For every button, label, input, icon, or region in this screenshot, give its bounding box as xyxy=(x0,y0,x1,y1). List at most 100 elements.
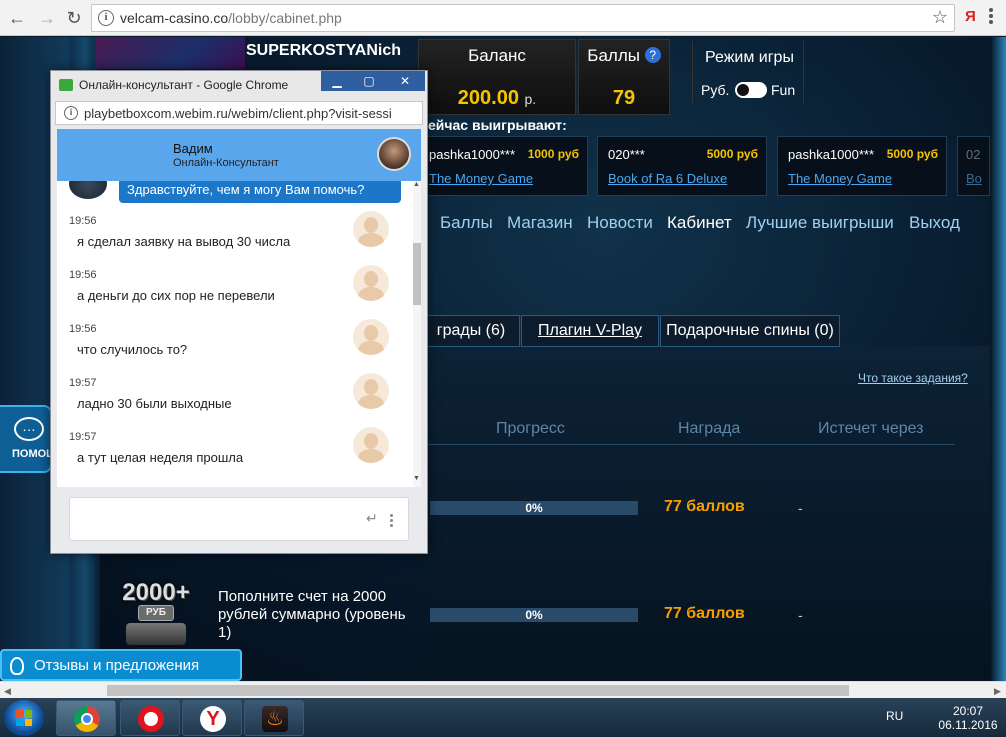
chat-scroll-thumb[interactable] xyxy=(413,243,421,305)
task-title: Пополните счет на 2000 рублей суммарно (… xyxy=(218,588,406,641)
lightbulb-icon xyxy=(10,657,24,675)
chat-message: 19:56 а деньги до сих пор не перевели xyxy=(57,265,407,321)
winner-card: 02 Bo xyxy=(957,136,990,196)
nav-shop[interactable]: Магазин xyxy=(507,213,573,233)
flame-icon: ♨ xyxy=(262,706,288,732)
winner-game-link[interactable]: Book of Ra 6 Deluxe xyxy=(608,171,727,186)
nav-points[interactable]: Баллы xyxy=(440,213,493,233)
winner-game-link[interactable]: The Money Game xyxy=(788,171,892,186)
column-reward: Награда xyxy=(678,420,741,437)
message-time: 19:57 xyxy=(69,377,97,389)
taskbar-chrome[interactable] xyxy=(56,700,116,736)
scroll-up-icon[interactable]: ▲ xyxy=(413,181,420,188)
tab-rewards[interactable]: грады (6) xyxy=(422,315,520,347)
taskbar-opera[interactable] xyxy=(120,700,180,736)
winner-game-link[interactable]: The Money Game xyxy=(429,171,533,186)
yandex-icon: Y xyxy=(200,706,226,732)
tab-gift-spins[interactable]: Подарочные спины (0) xyxy=(660,315,840,347)
right-decoration xyxy=(990,37,1006,685)
task-reward: 77 баллов xyxy=(664,498,745,515)
chat-scrollbar[interactable]: ▲ ▼ xyxy=(413,181,421,487)
info-icon[interactable]: i xyxy=(64,106,78,120)
chrome-icon-center xyxy=(81,713,93,725)
message-text: а деньги до сих пор не перевели xyxy=(77,288,275,303)
casino-logo[interactable] xyxy=(95,37,245,69)
chat-app-icon xyxy=(59,79,73,91)
feedback-button[interactable]: Отзывы и предложения xyxy=(0,649,242,681)
scroll-right-icon[interactable]: ▶ xyxy=(994,686,1001,697)
forward-arrow-icon[interactable]: → xyxy=(36,7,58,29)
horizontal-scrollbar[interactable]: ◀ ▶ xyxy=(0,681,1006,698)
address-bar[interactable]: i velcam-casino.co/lobby/cabinet.php ☆ xyxy=(91,4,955,32)
points-label-row: Баллы ? xyxy=(579,40,669,76)
column-expires: Истечет через xyxy=(818,420,924,437)
clock-time: 20:07 xyxy=(952,704,984,718)
winner-player: 02 xyxy=(966,147,981,162)
points-value: 79 xyxy=(612,87,636,109)
winners-title: ейчас выигрывают: xyxy=(428,117,567,133)
maximize-button[interactable]: ▢ xyxy=(353,71,385,91)
popup-title: Онлайн-консультант - Google Chrome xyxy=(79,78,289,92)
operator-role: Онлайн-Консультант xyxy=(173,157,279,169)
user-avatar-icon xyxy=(353,265,389,301)
mode-fun-label: Fun xyxy=(771,82,796,98)
scroll-left-icon[interactable]: ◀ xyxy=(4,686,11,697)
toggle-knob xyxy=(737,84,749,96)
clock[interactable]: 20:07 06.11.2016 xyxy=(938,704,998,732)
browser-menu-icon[interactable] xyxy=(988,6,994,28)
message-time: 19:56 xyxy=(69,269,97,281)
username[interactable]: SUPERKOSTYANich xyxy=(246,42,401,60)
yandex-extension-icon[interactable]: Я xyxy=(965,8,976,25)
chat-message: 19:57 ладно 30 были выходные xyxy=(57,373,407,429)
mode-toggle[interactable] xyxy=(735,82,767,98)
close-button[interactable]: ✕ xyxy=(385,71,425,91)
game-mode-label: Режим игры xyxy=(705,49,794,66)
back-arrow-icon[interactable]: ← xyxy=(6,7,28,29)
nav-best-wins[interactable]: Лучшие выигрыши xyxy=(746,213,894,233)
user-avatar-icon xyxy=(353,373,389,409)
user-avatar-icon xyxy=(353,427,389,463)
bookmark-star-icon[interactable]: ☆ xyxy=(932,7,948,28)
minimize-button[interactable]: ▁ xyxy=(321,71,353,91)
language-indicator[interactable]: RU xyxy=(886,709,903,723)
scroll-thumb[interactable] xyxy=(107,685,849,696)
winner-game-link[interactable]: Bo xyxy=(966,171,982,186)
windows-taskbar: Y ♨ RU 20:07 06.11.2016 xyxy=(0,698,1006,737)
nav-cabinet[interactable]: Кабинет xyxy=(667,213,732,233)
balance-unit: р. xyxy=(524,91,537,107)
chat-messages[interactable]: Здравствуйте, чем я могу Вам помочь? 19:… xyxy=(57,181,421,487)
help-question-icon[interactable]: ? xyxy=(644,47,661,63)
message-input[interactable]: ↵ xyxy=(69,497,409,541)
chat-message: 19:56 я сделал заявку на вывод 30 числа xyxy=(57,211,407,267)
winner-player: pashka1000*** xyxy=(788,147,875,162)
badge-base xyxy=(126,623,186,645)
help-button[interactable]: … ПОМОЩ xyxy=(0,405,57,473)
more-options-icon[interactable] xyxy=(390,512,394,529)
points-panel: Баллы ? 79 xyxy=(578,39,670,115)
taskbar-yandex[interactable]: Y xyxy=(182,700,242,736)
main-nav: Баллы Магазин Новости Кабинет Лучшие выи… xyxy=(428,207,990,237)
nav-logout[interactable]: Выход xyxy=(909,213,960,233)
taskbar-app[interactable]: ♨ xyxy=(244,700,304,736)
winner-card: pashka1000*** 5000 руб The Money Game xyxy=(777,136,947,196)
address-text: velcam-casino.co/lobby/cabinet.php xyxy=(120,10,342,26)
message-time: 19:56 xyxy=(69,215,97,227)
tab-vplay-plugin[interactable]: Плагин V-Play xyxy=(521,315,659,347)
scroll-down-icon[interactable]: ▼ xyxy=(413,475,420,482)
nav-news[interactable]: Новости xyxy=(587,213,653,233)
winner-card: pashka1000*** 1000 руб The Money Game xyxy=(418,136,588,196)
task-progress-bar: 0% xyxy=(430,501,638,515)
start-button[interactable] xyxy=(4,700,44,736)
opera-icon xyxy=(138,706,164,732)
reload-icon[interactable]: ↻ xyxy=(63,7,85,29)
info-icon[interactable]: i xyxy=(98,10,114,26)
operator-name: Вадим xyxy=(173,141,213,156)
deposit-badge-icon: 2000+ РУБ xyxy=(118,571,194,647)
url-path: /lobby/cabinet.php xyxy=(228,10,342,26)
enter-icon[interactable]: ↵ xyxy=(366,510,378,527)
what-are-tasks-link[interactable]: Что такое задания? xyxy=(858,371,968,385)
popup-titlebar[interactable]: Онлайн-консультант - Google Chrome ▁ ▢ ✕ xyxy=(51,71,427,99)
balance-label: Баланс xyxy=(468,46,526,65)
feedback-label: Отзывы и предложения xyxy=(34,657,200,674)
popup-address-bar[interactable]: i playbetboxcom.webim.ru/webim/client.ph… xyxy=(55,101,423,125)
